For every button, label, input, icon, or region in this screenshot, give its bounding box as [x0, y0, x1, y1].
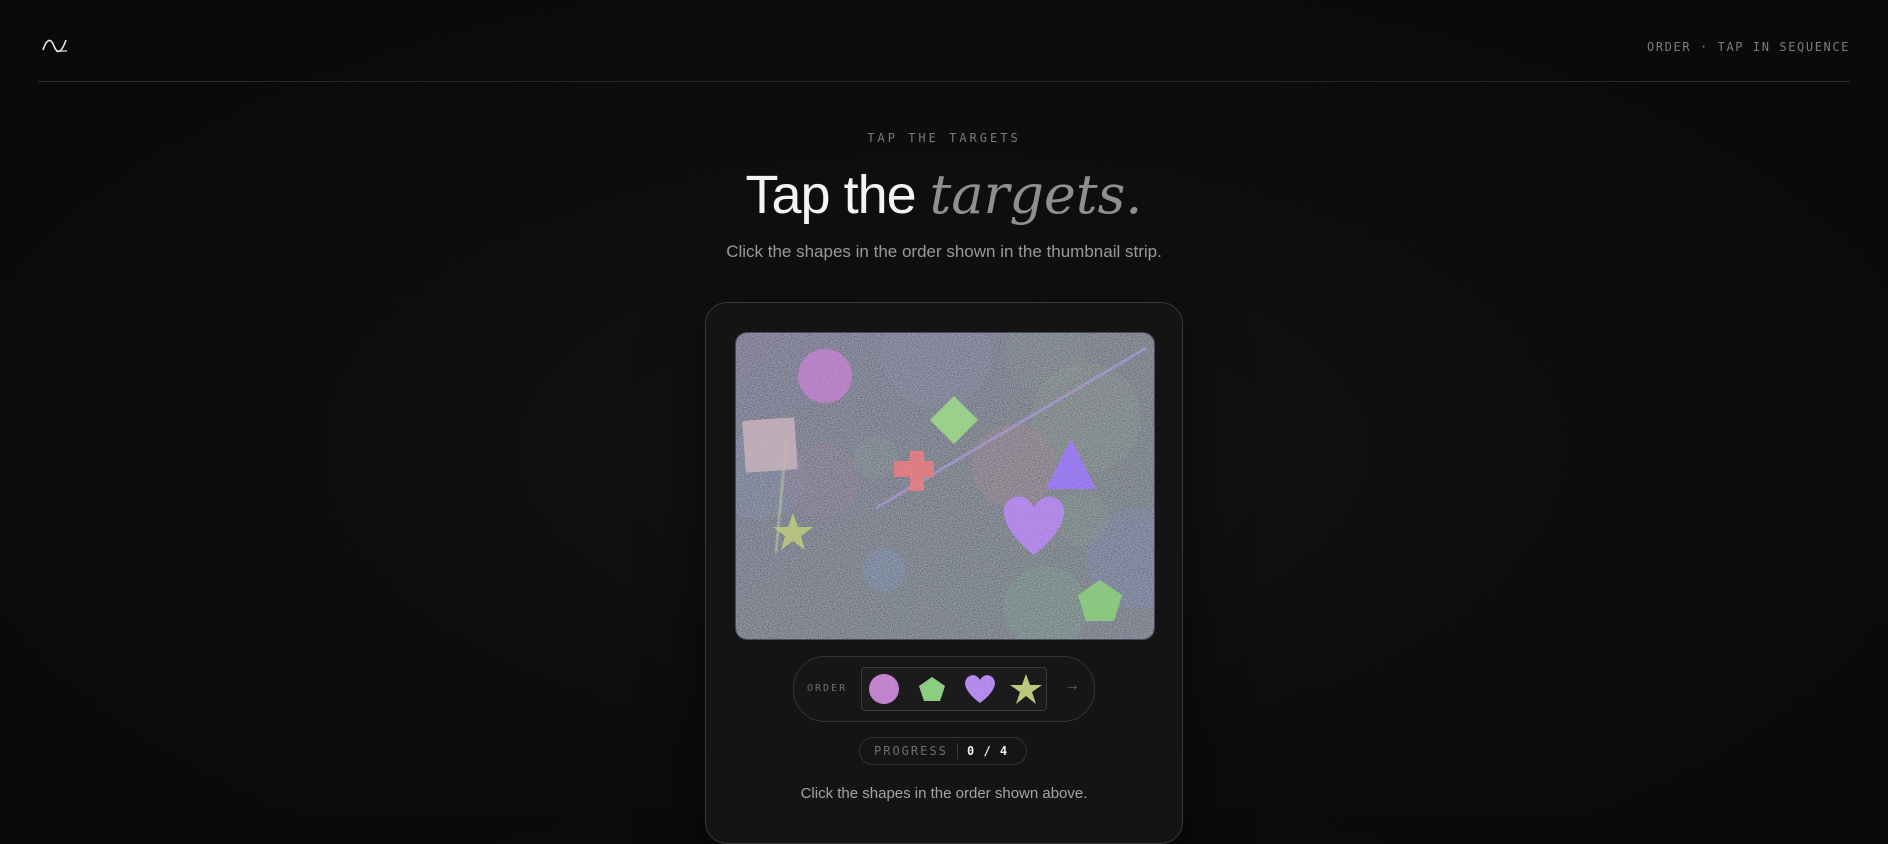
order-label: ORDER: [807, 683, 848, 694]
page-title: Tap the targets.: [0, 160, 1888, 230]
puzzle-card: ORDER → PROGRESS 0 / 4 Click the shapes …: [705, 302, 1183, 844]
thumbnail-strip: [861, 667, 1047, 711]
eyebrow-label: TAP THE TARGETS: [867, 131, 1021, 145]
thumbnail-circle-icon: [869, 674, 899, 704]
title-emphasis: targets.: [929, 163, 1143, 226]
thumbnail-pentagon-icon: [919, 677, 945, 701]
wave-logo-icon[interactable]: [42, 34, 68, 56]
progress-label: PROGRESS: [874, 744, 948, 758]
page-subtitle: Click the shapes in the order shown in t…: [726, 242, 1162, 261]
thumbnail-heart-icon: [965, 675, 995, 703]
target-square[interactable]: [742, 417, 798, 473]
instructions-text: Click the shapes in the order shown abov…: [800, 785, 1088, 802]
arrow-right-icon[interactable]: →: [1064, 677, 1080, 695]
mode-label: ORDER · TAP IN SEQUENCE: [1647, 40, 1850, 54]
progress-divider: [957, 743, 958, 759]
order-strip-bar: ORDER →: [793, 656, 1095, 722]
progress-indicator: PROGRESS 0 / 4: [859, 737, 1027, 765]
thumbnail-star-icon: [1010, 674, 1042, 704]
target-circle[interactable]: [798, 349, 852, 403]
title-plain: Tap the: [745, 165, 930, 225]
top-bar: ORDER · TAP IN SEQUENCE: [38, 0, 1850, 82]
progress-value: 0 / 4: [967, 744, 1009, 758]
shape-canvas[interactable]: [735, 332, 1155, 640]
